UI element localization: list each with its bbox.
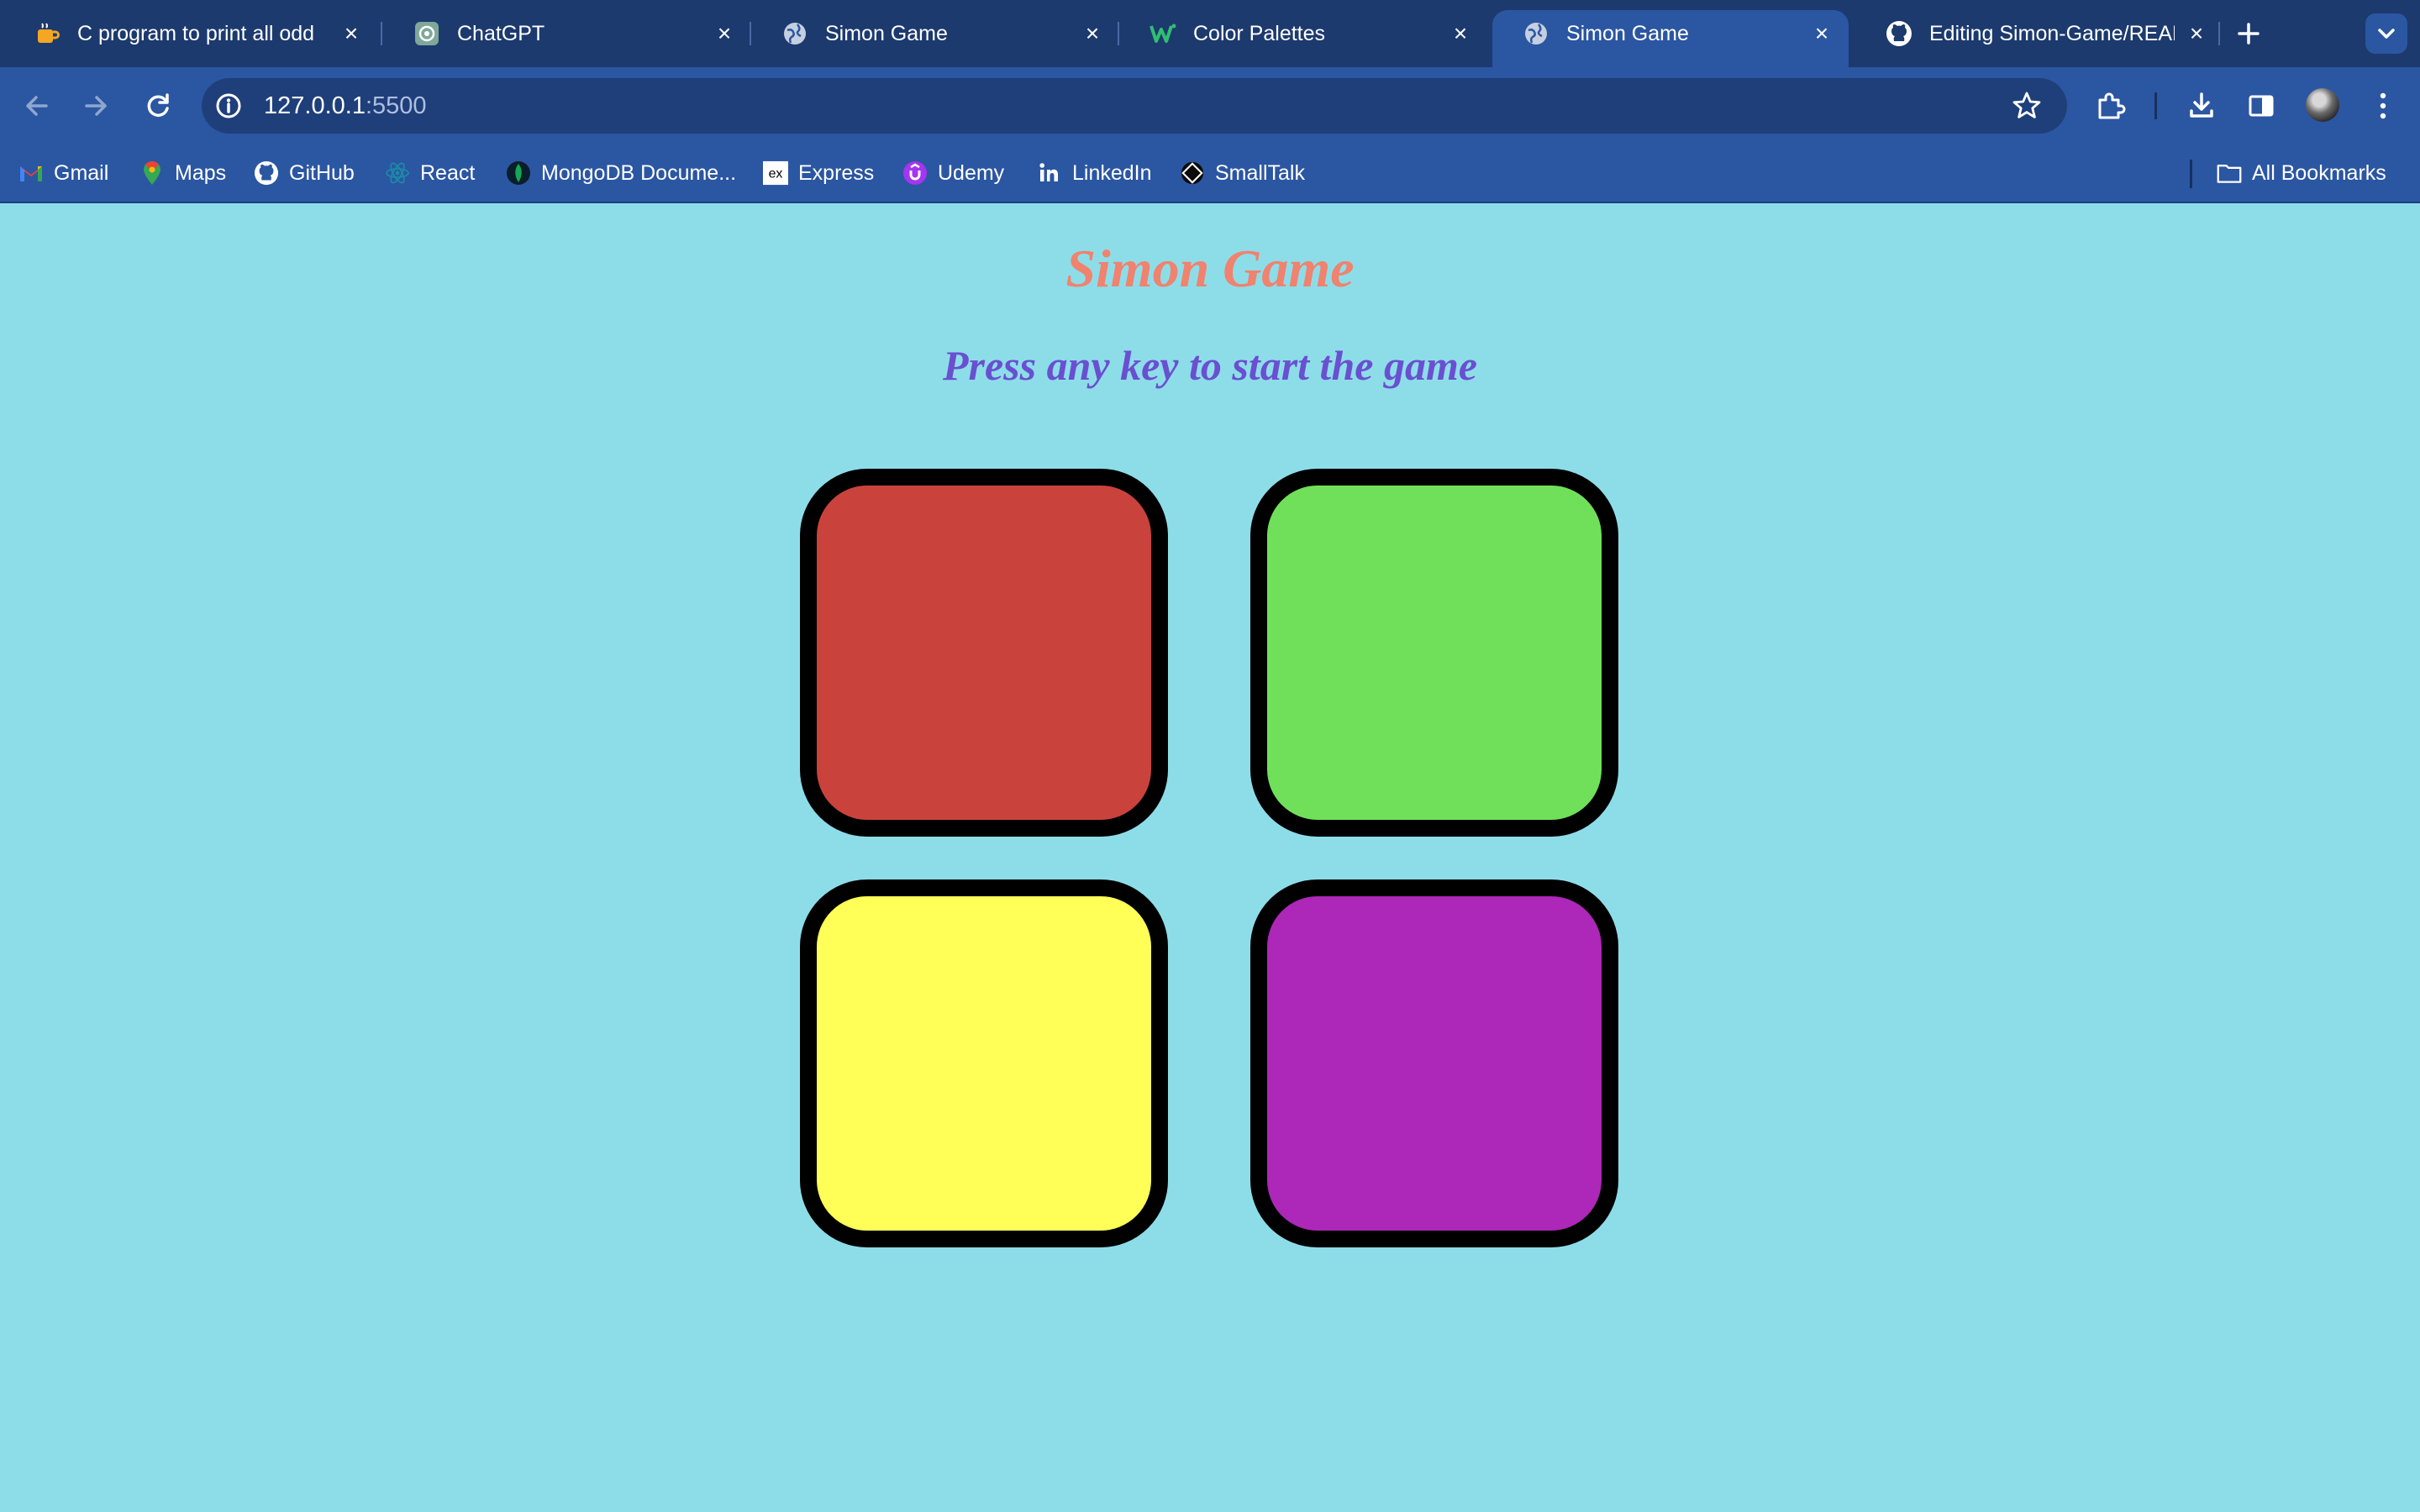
arrow-right-icon	[85, 96, 107, 116]
close-icon[interactable]: ×	[2185, 22, 2208, 45]
folder-icon	[2217, 160, 2242, 186]
bookmark-express[interactable]: ex Express	[763, 156, 874, 190]
udemy-icon	[902, 160, 928, 186]
tab-title: Color Palettes	[1193, 21, 1326, 45]
close-icon[interactable]: ×	[1081, 22, 1104, 45]
all-bookmarks-label: All Bookmarks	[2252, 160, 2386, 185]
reload-icon	[147, 93, 169, 117]
bookmark-udemy[interactable]: Udemy	[902, 156, 1004, 190]
bookmark-label: React	[420, 160, 476, 185]
new-tab-button[interactable]	[2230, 15, 2267, 52]
github-icon	[1886, 20, 1912, 47]
side-panel-button[interactable]	[2239, 84, 2283, 128]
tab-title: Editing Simon-Game/READ	[1929, 21, 2175, 45]
bookmark-label: LinkedIn	[1072, 160, 1152, 185]
bookmark-linkedin[interactable]: LinkedIn	[1037, 156, 1152, 190]
download-icon	[2190, 92, 2213, 118]
close-icon[interactable]: ×	[1449, 22, 1472, 45]
bookmark-label: GitHub	[289, 160, 355, 185]
bookmark-label: Maps	[175, 160, 227, 185]
plus-icon	[2238, 23, 2260, 45]
tab-search-button[interactable]	[2365, 13, 2407, 54]
smalltalk-icon	[1180, 160, 1205, 186]
maps-icon	[139, 160, 165, 186]
url-host: 127.0.0.1	[264, 92, 366, 119]
chatgpt-icon	[413, 20, 440, 47]
tab-title: ChatGPT	[457, 21, 545, 45]
all-bookmarks-button[interactable]: All Bookmarks	[2217, 156, 2386, 190]
tab-color-palettes[interactable]: Color Palettes ×	[1119, 10, 1487, 57]
url-port: :5500	[365, 92, 427, 119]
extensions-button[interactable]	[2089, 84, 2133, 128]
tab-c-program[interactable]: C program to print all odd ×	[3, 10, 378, 57]
back-button[interactable]	[15, 84, 59, 128]
red-pad-button[interactable]	[800, 469, 1168, 837]
tab-simon-game-active[interactable]: Simon Game ×	[1492, 10, 1849, 67]
bookmark-label: Udemy	[938, 160, 1005, 185]
close-icon[interactable]: ×	[1810, 22, 1833, 45]
reload-button[interactable]	[136, 84, 180, 128]
level-title: Press any key to start the game	[942, 342, 1478, 389]
star-icon	[2012, 92, 2041, 118]
arrow-left-icon	[26, 96, 48, 116]
profile-avatar[interactable]	[2306, 88, 2339, 122]
tab-editing-readme[interactable]: Editing Simon-Game/READ ×	[1855, 10, 2223, 57]
site-info-icon[interactable]	[213, 90, 245, 122]
yellow-pad-button[interactable]	[800, 879, 1168, 1247]
linkedin-icon	[1037, 160, 1062, 186]
tab-separator	[381, 22, 382, 45]
coffee-cup-icon	[34, 20, 60, 47]
globe-icon	[1523, 20, 1549, 47]
bookmark-label: Express	[798, 160, 875, 185]
tab-title: Simon Game	[1566, 21, 1689, 45]
toolbar-divider	[2154, 92, 2157, 119]
chevron-down-icon	[2378, 29, 2395, 39]
tab-chatgpt[interactable]: ChatGPT ×	[383, 10, 751, 57]
menu-button[interactable]	[2361, 84, 2405, 128]
url-text[interactable]: 127.0.0.1:5500	[264, 91, 427, 121]
bookmark-github[interactable]: GitHub	[254, 156, 355, 190]
page-title: Simon Game	[1065, 239, 1355, 298]
bookmark-maps[interactable]: Maps	[139, 156, 226, 190]
bookmark-gmail[interactable]: Gmail	[18, 156, 108, 190]
bookmark-mongodb[interactable]: MongoDB Docume...	[506, 156, 736, 190]
green-pad-button[interactable]	[1250, 469, 1618, 837]
tab-title: C program to print all odd	[77, 21, 315, 45]
kebab-menu-icon	[2380, 92, 2386, 119]
tab-title: Simon Game	[825, 21, 948, 45]
puzzle-icon	[2098, 92, 2126, 119]
bookmarks-divider	[2190, 160, 2192, 188]
w-logo-icon	[1150, 20, 1176, 47]
bookmark-label: Gmail	[54, 160, 109, 185]
bookmark-label: MongoDB Docume...	[541, 160, 737, 185]
side-panel-icon	[2249, 95, 2274, 117]
bookmark-react[interactable]: React	[385, 156, 475, 190]
github-icon	[254, 160, 279, 186]
tab-simon-game[interactable]: Simon Game ×	[751, 10, 1119, 57]
gmail-icon	[18, 160, 44, 186]
tab-separator	[2218, 22, 2220, 45]
bookmark-label: SmallTalk	[1215, 160, 1305, 185]
react-icon	[385, 160, 410, 186]
express-icon: ex	[763, 160, 788, 186]
address-bar[interactable]	[202, 78, 2067, 134]
downloads-button[interactable]	[2180, 84, 2223, 128]
close-icon[interactable]: ×	[339, 22, 363, 45]
bookmark-smalltalk[interactable]: SmallTalk	[1180, 156, 1305, 190]
bookmark-star-button[interactable]	[2007, 86, 2047, 126]
globe-icon	[781, 20, 808, 47]
mongodb-icon	[506, 160, 531, 186]
svg-text:ex: ex	[769, 167, 783, 181]
forward-button[interactable]	[74, 84, 118, 128]
purple-pad-button[interactable]	[1250, 879, 1618, 1247]
close-icon[interactable]: ×	[713, 22, 736, 45]
